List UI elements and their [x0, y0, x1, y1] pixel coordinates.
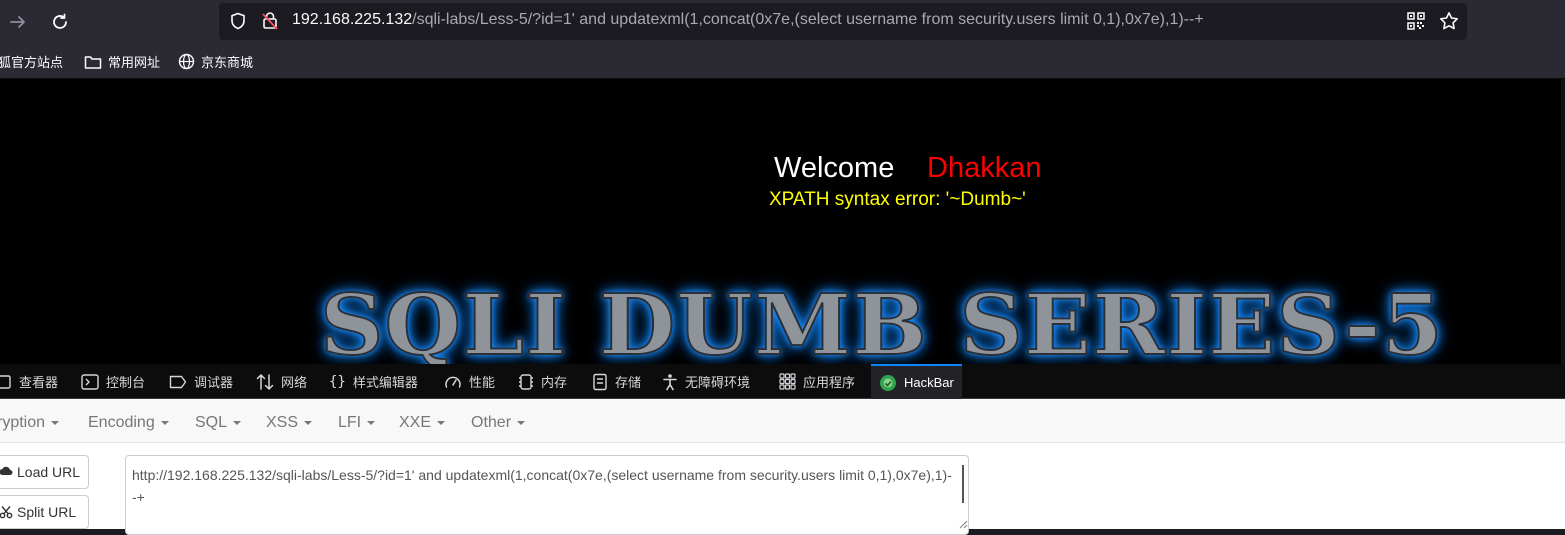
menu-sql[interactable]: SQL — [195, 414, 242, 432]
menu-lfi[interactable]: LFI — [338, 414, 376, 432]
tab-label: 查看器 — [19, 375, 59, 390]
caret-down-icon — [437, 420, 446, 425]
network-icon — [256, 373, 274, 390]
tab-storage[interactable]: 存储 — [592, 364, 641, 399]
menu-label: Encoding — [88, 414, 155, 431]
browser-toolbar: 192.168.225.132/sqli-labs/Less-5/?id=1' … — [0, 0, 1565, 44]
caret-down-icon — [367, 420, 376, 425]
tab-debugger[interactable]: 调试器 — [169, 364, 233, 399]
tab-style-editor[interactable]: {} 样式编辑器 — [329, 364, 418, 399]
console-icon — [81, 373, 99, 390]
series-banner: SQLI DUMB SERIES-5 — [319, 274, 1444, 364]
tab-application[interactable]: 应用程序 — [779, 364, 855, 399]
split-url-button[interactable]: Split URL — [0, 495, 89, 529]
performance-icon — [445, 376, 461, 388]
page-scrollbar[interactable] — [1561, 79, 1565, 364]
menu-xxe[interactable]: XXE — [399, 414, 446, 432]
debugger-icon — [169, 375, 187, 388]
hackbar-panel: ryption Encoding SQL XSS LFI XXE Other L… — [0, 399, 1565, 535]
style-editor-icon: {} — [329, 373, 346, 390]
hackbar-icon — [880, 374, 896, 391]
url-bar[interactable]: 192.168.225.132/sqli-labs/Less-5/?id=1' … — [219, 3, 1467, 40]
url-textarea[interactable]: http://192.168.225.132/sqli-labs/Less-5/… — [125, 455, 969, 535]
tab-console[interactable]: 控制台 — [81, 364, 145, 399]
bookmark-star-icon[interactable] — [1439, 11, 1459, 35]
reload-icon — [53, 13, 67, 29]
url-text[interactable]: 192.168.225.132/sqli-labs/Less-5/?id=1' … — [292, 11, 1204, 29]
menu-other[interactable]: Other — [471, 414, 526, 432]
bookmark-label: 常用网址 — [108, 55, 161, 70]
accessibility-icon — [663, 373, 677, 390]
storage-icon — [593, 373, 607, 390]
tab-label: HackBar — [904, 375, 954, 390]
tab-label: 样式编辑器 — [352, 375, 418, 390]
bookmark-label: 狐官方站点 — [0, 55, 64, 70]
xpath-error-text: XPATH syntax error: '~Dumb~' — [769, 189, 1026, 210]
bookmark-item[interactable]: 京东商城 — [178, 52, 253, 71]
page-content: Welcome Dhakkan XPATH syntax error: '~Du… — [0, 79, 1565, 364]
bookmark-label: 京东商城 — [201, 55, 254, 70]
menu-label: ryption — [0, 414, 46, 431]
qr-code-icon[interactable] — [1407, 12, 1425, 34]
menu-label: LFI — [338, 414, 362, 431]
hackbar-menu: ryption Encoding SQL XSS LFI XXE Other — [0, 399, 1565, 443]
memory-icon — [519, 373, 533, 390]
tab-label: 无障碍环境 — [685, 375, 751, 390]
scissors-icon — [0, 506, 13, 519]
tab-label: 网络 — [281, 375, 308, 390]
tab-hackbar[interactable]: HackBar — [871, 364, 962, 399]
bookmark-item[interactable]: 常用网址 — [84, 52, 160, 71]
tab-memory[interactable]: 内存 — [518, 364, 567, 399]
welcome-text: Welcome — [774, 152, 895, 184]
bookmarks-bar: 狐官方站点 常用网址 京东商城 — [0, 44, 1565, 79]
reload-button[interactable] — [48, 10, 72, 34]
caret-down-icon — [160, 420, 169, 425]
application-icon — [779, 373, 796, 390]
menu-encoding[interactable]: Encoding — [88, 414, 169, 432]
menu-xss[interactable]: XSS — [266, 414, 313, 432]
tab-label: 控制台 — [106, 375, 146, 390]
menu-label: XXE — [399, 414, 432, 431]
button-label: Load URL — [17, 464, 81, 480]
menu-label: XSS — [266, 414, 299, 431]
cloud-download-icon — [0, 466, 13, 475]
tab-label: 调试器 — [194, 375, 234, 390]
resize-grip-icon[interactable] — [957, 518, 968, 529]
tab-label: 存储 — [615, 375, 642, 390]
caret-down-icon — [233, 420, 242, 425]
url-path: /sqli-labs/Less-5/?id=1' and updatexml(1… — [412, 11, 1204, 28]
user-name-text: Dhakkan — [927, 152, 1042, 184]
menu-label: SQL — [195, 414, 228, 431]
bookmark-item[interactable]: 狐官方站点 — [0, 52, 63, 71]
url-host: 192.168.225.132 — [292, 11, 413, 28]
menu-encryption[interactable]: ryption — [0, 414, 60, 432]
tab-label: 内存 — [541, 375, 568, 390]
globe-icon — [178, 53, 195, 70]
caret-down-icon — [51, 420, 60, 425]
tab-label: 性能 — [469, 375, 496, 390]
textarea-scrollbar[interactable] — [962, 465, 964, 503]
insecure-lock-icon[interactable] — [261, 11, 279, 35]
shield-icon[interactable] — [229, 12, 247, 34]
inspector-icon — [0, 374, 11, 389]
button-label: Split URL — [17, 504, 77, 520]
tab-inspector[interactable]: 查看器 — [0, 364, 58, 399]
devtools-tabbar: 查看器 控制台 调试器 网络 {} 样式编辑器 性能 内存 存储 无障碍环境 应… — [0, 364, 1565, 399]
menu-label: Other — [471, 414, 512, 431]
tab-accessibility[interactable]: 无障碍环境 — [662, 364, 750, 399]
folder-icon — [84, 55, 102, 69]
arrow-right-icon — [10, 16, 25, 28]
tab-label: 应用程序 — [803, 375, 856, 390]
forward-button[interactable] — [6, 10, 30, 34]
tab-network[interactable]: 网络 — [256, 364, 307, 399]
caret-down-icon — [517, 420, 526, 425]
load-url-button[interactable]: Load URL — [0, 455, 89, 489]
caret-down-icon — [304, 420, 313, 425]
tab-performance[interactable]: 性能 — [444, 364, 495, 399]
